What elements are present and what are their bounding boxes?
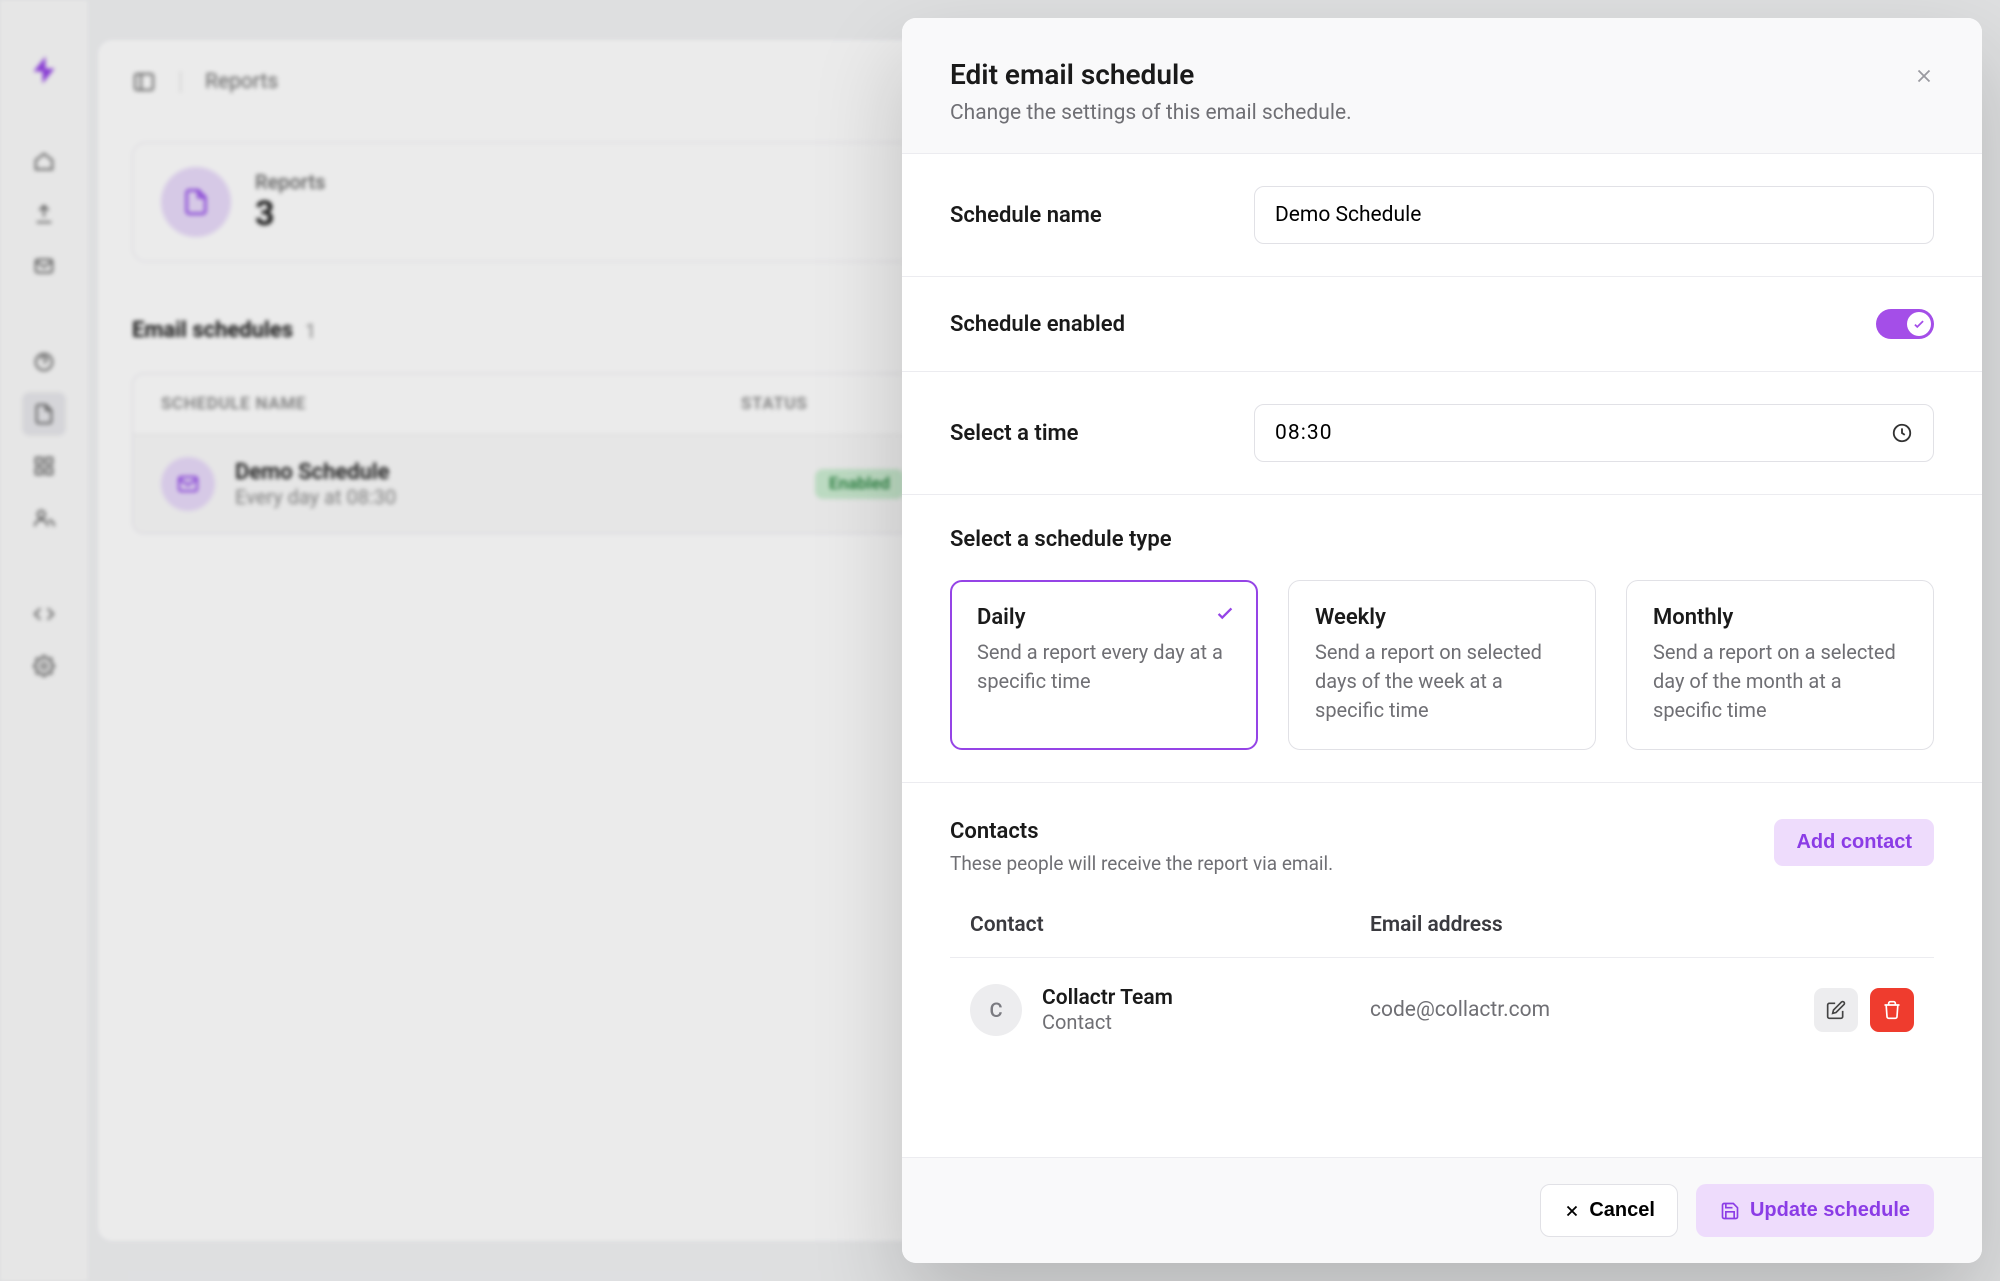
time-input[interactable]	[1275, 421, 1891, 445]
type-daily[interactable]: Daily Send a report every day at a speci…	[950, 580, 1258, 750]
edit-icon	[1826, 1000, 1846, 1020]
contact-role: Contact	[1042, 1010, 1370, 1034]
trash-icon	[1882, 1000, 1902, 1020]
update-label: Update schedule	[1750, 1199, 1910, 1222]
drawer-title: Edit email schedule	[950, 58, 1934, 91]
close-button[interactable]	[1910, 62, 1938, 90]
type-monthly-desc: Send a report on a selected day of the m…	[1653, 638, 1907, 725]
delete-contact-button[interactable]	[1870, 988, 1914, 1032]
check-icon	[1214, 602, 1236, 624]
drawer-subtitle: Change the settings of this email schedu…	[950, 101, 1934, 125]
type-daily-desc: Send a report every day at a specific ti…	[977, 638, 1231, 696]
cancel-label: Cancel	[1589, 1199, 1655, 1222]
type-daily-title: Daily	[977, 605, 1231, 630]
contact-email: code@collactr.com	[1370, 998, 1814, 1022]
schedule-name-label: Schedule name	[950, 203, 1102, 228]
select-time-label: Select a time	[950, 421, 1079, 446]
th-email: Email address	[1370, 913, 1914, 937]
select-type-label: Select a schedule type	[950, 527, 1934, 552]
clock-icon	[1891, 422, 1913, 444]
close-icon	[1563, 1202, 1581, 1220]
add-contact-button[interactable]: Add contact	[1774, 819, 1934, 866]
schedule-name-input[interactable]	[1254, 186, 1934, 244]
edit-contact-button[interactable]	[1814, 988, 1858, 1032]
contacts-title: Contacts	[950, 819, 1333, 844]
schedule-enabled-toggle[interactable]	[1876, 309, 1934, 339]
time-input-wrap[interactable]	[1254, 404, 1934, 462]
update-schedule-button[interactable]: Update schedule	[1696, 1184, 1934, 1237]
cancel-button[interactable]: Cancel	[1540, 1184, 1678, 1237]
type-monthly-title: Monthly	[1653, 605, 1907, 630]
edit-schedule-drawer: Edit email schedule Change the settings …	[902, 18, 1982, 1263]
contact-row: C Collactr Team Contact code@collactr.co…	[950, 958, 1934, 1062]
contact-name: Collactr Team	[1042, 986, 1370, 1010]
type-weekly[interactable]: Weekly Send a report on selected days of…	[1288, 580, 1596, 750]
type-weekly-desc: Send a report on selected days of the we…	[1315, 638, 1569, 725]
contacts-subtitle: These people will receive the report via…	[950, 852, 1333, 875]
type-monthly[interactable]: Monthly Send a report on a selected day …	[1626, 580, 1934, 750]
check-icon	[1907, 312, 1931, 336]
schedule-enabled-label: Schedule enabled	[950, 312, 1125, 337]
th-contact: Contact	[970, 913, 1370, 937]
close-icon	[1913, 65, 1935, 87]
type-weekly-title: Weekly	[1315, 605, 1569, 630]
avatar: C	[970, 984, 1022, 1036]
save-icon	[1720, 1201, 1740, 1221]
